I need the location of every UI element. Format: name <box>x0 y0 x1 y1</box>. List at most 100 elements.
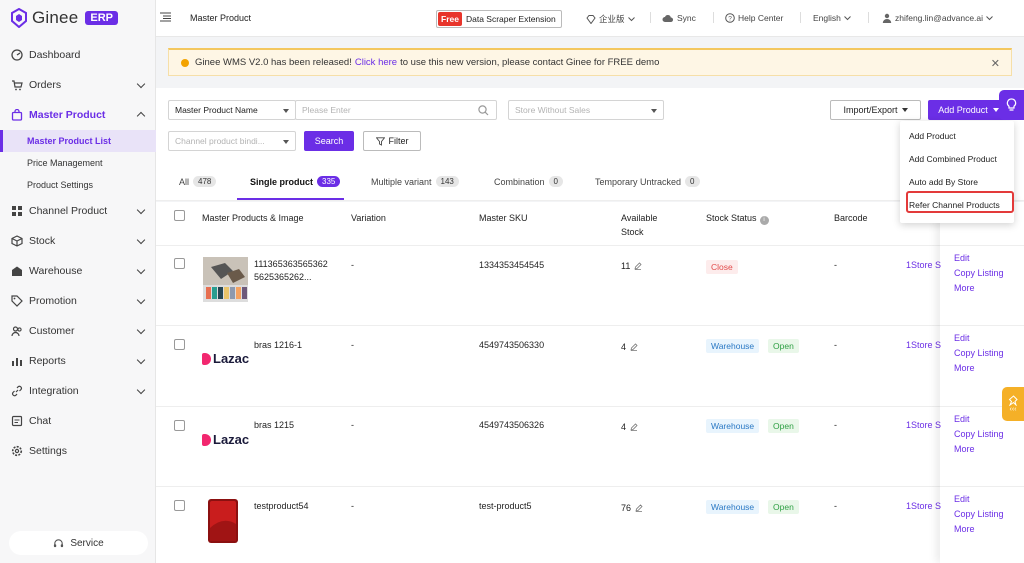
tips-button[interactable] <box>999 90 1024 120</box>
chevron-up-icon <box>136 111 146 121</box>
search-input[interactable]: Please Enter <box>295 100 497 120</box>
sidebar-item-warehouse[interactable]: Warehouse <box>0 256 156 286</box>
service-button[interactable]: Service <box>9 531 148 555</box>
sidebar-item-stock[interactable]: Stock <box>0 226 156 256</box>
info-icon[interactable]: i <box>759 215 769 225</box>
edit-link[interactable]: Edit <box>954 412 1004 427</box>
filter-button[interactable]: Filter <box>363 131 421 151</box>
lazada-logo[interactable]: Lazac <box>202 432 249 447</box>
edit-pencil-icon[interactable] <box>634 262 642 270</box>
more-link[interactable]: More <box>954 522 1004 537</box>
lazada-logo[interactable]: Lazac <box>202 351 249 366</box>
chevron-down-icon <box>136 385 146 395</box>
sidebar-item-customer[interactable]: Customer <box>0 316 156 346</box>
menu-item-add-combined-product[interactable]: Add Combined Product <box>909 154 997 164</box>
warehouse-icon <box>10 264 24 278</box>
brand-name: Ginee <box>32 8 79 27</box>
product-table: Master Products & Image Variation Master… <box>156 202 1024 563</box>
menu-toggle-icon[interactable] <box>160 12 171 22</box>
enterprise-menu[interactable]: 企业版 <box>586 13 635 25</box>
store-link[interactable]: 1Store S <box>906 259 941 272</box>
tab-all[interactable]: All 478 <box>179 176 217 187</box>
store-link[interactable]: 1Store S <box>906 500 941 513</box>
status-badge-warehouse: Warehouse <box>706 500 760 514</box>
product-thumbnail[interactable] <box>203 498 243 544</box>
help-icon: ? <box>725 13 735 23</box>
search-placeholder: Please Enter <box>302 105 351 115</box>
store-placeholder: Store Without Sales <box>515 105 591 115</box>
close-icon[interactable]: ✕ <box>991 57 1000 70</box>
store-select[interactable]: Store Without Sales <box>508 100 664 120</box>
row-divider <box>156 245 1024 246</box>
add-product-label: Add Product <box>938 105 988 115</box>
select-all-checkbox[interactable] <box>174 210 185 221</box>
row-checkbox[interactable] <box>174 339 185 350</box>
more-link[interactable]: More <box>954 442 1004 457</box>
search-icon[interactable] <box>478 105 489 116</box>
search-button[interactable]: Search <box>304 131 354 151</box>
status-badge-warehouse: Warehouse <box>706 339 760 353</box>
tab-single-product[interactable]: Single product 335 <box>250 176 341 187</box>
copy-listing-link[interactable]: Copy Listing <box>954 266 1004 281</box>
store-link[interactable]: 1Store S <box>906 339 941 352</box>
tab-combination[interactable]: Combination 0 <box>494 176 563 187</box>
variation-value: - <box>351 340 354 350</box>
product-name[interactable]: testproduct54 <box>254 500 309 513</box>
user-icon <box>882 13 892 23</box>
logo[interactable]: Ginee ERP <box>10 8 118 28</box>
copy-listing-link[interactable]: Copy Listing <box>954 346 1004 361</box>
row-checkbox[interactable] <box>174 420 185 431</box>
help-center-link[interactable]: ? Help Center <box>725 13 783 23</box>
banner-link[interactable]: Click here <box>355 57 397 68</box>
sidebar-item-orders[interactable]: Orders <box>0 70 156 100</box>
menu-item-add-product[interactable]: Add Product <box>909 131 956 141</box>
product-name[interactable]: bras 1216-1 <box>254 339 302 352</box>
edit-pencil-icon[interactable] <box>630 343 638 351</box>
stock-value: 76 <box>621 503 632 513</box>
sidebar-item-integration[interactable]: Integration <box>0 376 156 406</box>
edit-pencil-icon[interactable] <box>630 423 638 431</box>
user-menu[interactable]: zhifeng.lin@advance.ai <box>882 13 993 23</box>
active-tab-indicator <box>237 198 344 200</box>
search-type-select[interactable]: Master Product Name <box>168 100 296 120</box>
edit-link[interactable]: Edit <box>954 331 1004 346</box>
product-name[interactable]: bras 1215 <box>254 419 294 432</box>
import-export-label: Import/Export <box>843 105 898 115</box>
product-thumbnail[interactable] <box>203 257 248 302</box>
sidebar-item-dashboard[interactable]: Dashboard <box>0 40 156 70</box>
product-name[interactable]: 1113653635653625625365262... <box>254 258 332 284</box>
channel-binding-select[interactable]: Channel product bindi... <box>168 131 296 151</box>
side-tool-button[interactable]: ‹‹‹ <box>1002 387 1024 421</box>
sidebar-item-master-product[interactable]: Master Product <box>0 100 156 130</box>
data-scraper-button[interactable]: Free Data Scraper Extension <box>436 10 562 28</box>
variation-value: - <box>351 260 354 270</box>
edit-link[interactable]: Edit <box>954 251 1004 266</box>
sidebar-item-promotion[interactable]: Promotion <box>0 286 156 316</box>
language-select[interactable]: English <box>813 13 851 23</box>
sidebar-item-reports[interactable]: Reports <box>0 346 156 376</box>
tab-multiple-variant[interactable]: Multiple variant 143 <box>371 176 459 187</box>
sidebar-item-channel-product[interactable]: Channel Product <box>0 196 156 226</box>
row-checkbox[interactable] <box>174 500 185 511</box>
tab-temporary-untracked[interactable]: Temporary Untracked 0 <box>595 176 700 187</box>
tab-label: Combination <box>494 176 545 187</box>
sidebar-subitem-master-product-list[interactable]: Master Product List <box>0 130 156 152</box>
sidebar-item-settings[interactable]: Settings <box>0 436 156 466</box>
menu-item-auto-add-by-store[interactable]: Auto add By Store <box>909 177 978 187</box>
import-export-button[interactable]: Import/Export <box>830 100 921 120</box>
copy-listing-link[interactable]: Copy Listing <box>954 507 1004 522</box>
more-link[interactable]: More <box>954 281 1004 296</box>
sync-button[interactable]: Sync <box>662 13 696 23</box>
more-link[interactable]: More <box>954 361 1004 376</box>
sidebar-item-chat[interactable]: Chat <box>0 406 156 436</box>
sidebar-subitem-product-settings[interactable]: Product Settings <box>0 174 156 196</box>
sidebar-subitem-price-management[interactable]: Price Management <box>0 152 156 174</box>
store-link[interactable]: 1Store S <box>906 419 941 432</box>
edit-link[interactable]: Edit <box>954 492 1004 507</box>
copy-listing-link[interactable]: Copy Listing <box>954 427 1004 442</box>
header-stock-status: Stock Status i <box>706 211 769 225</box>
caret-down-icon <box>283 140 289 144</box>
edit-pencil-icon[interactable] <box>635 504 643 512</box>
add-product-button[interactable]: Add Product <box>928 100 1009 120</box>
row-checkbox[interactable] <box>174 258 185 269</box>
